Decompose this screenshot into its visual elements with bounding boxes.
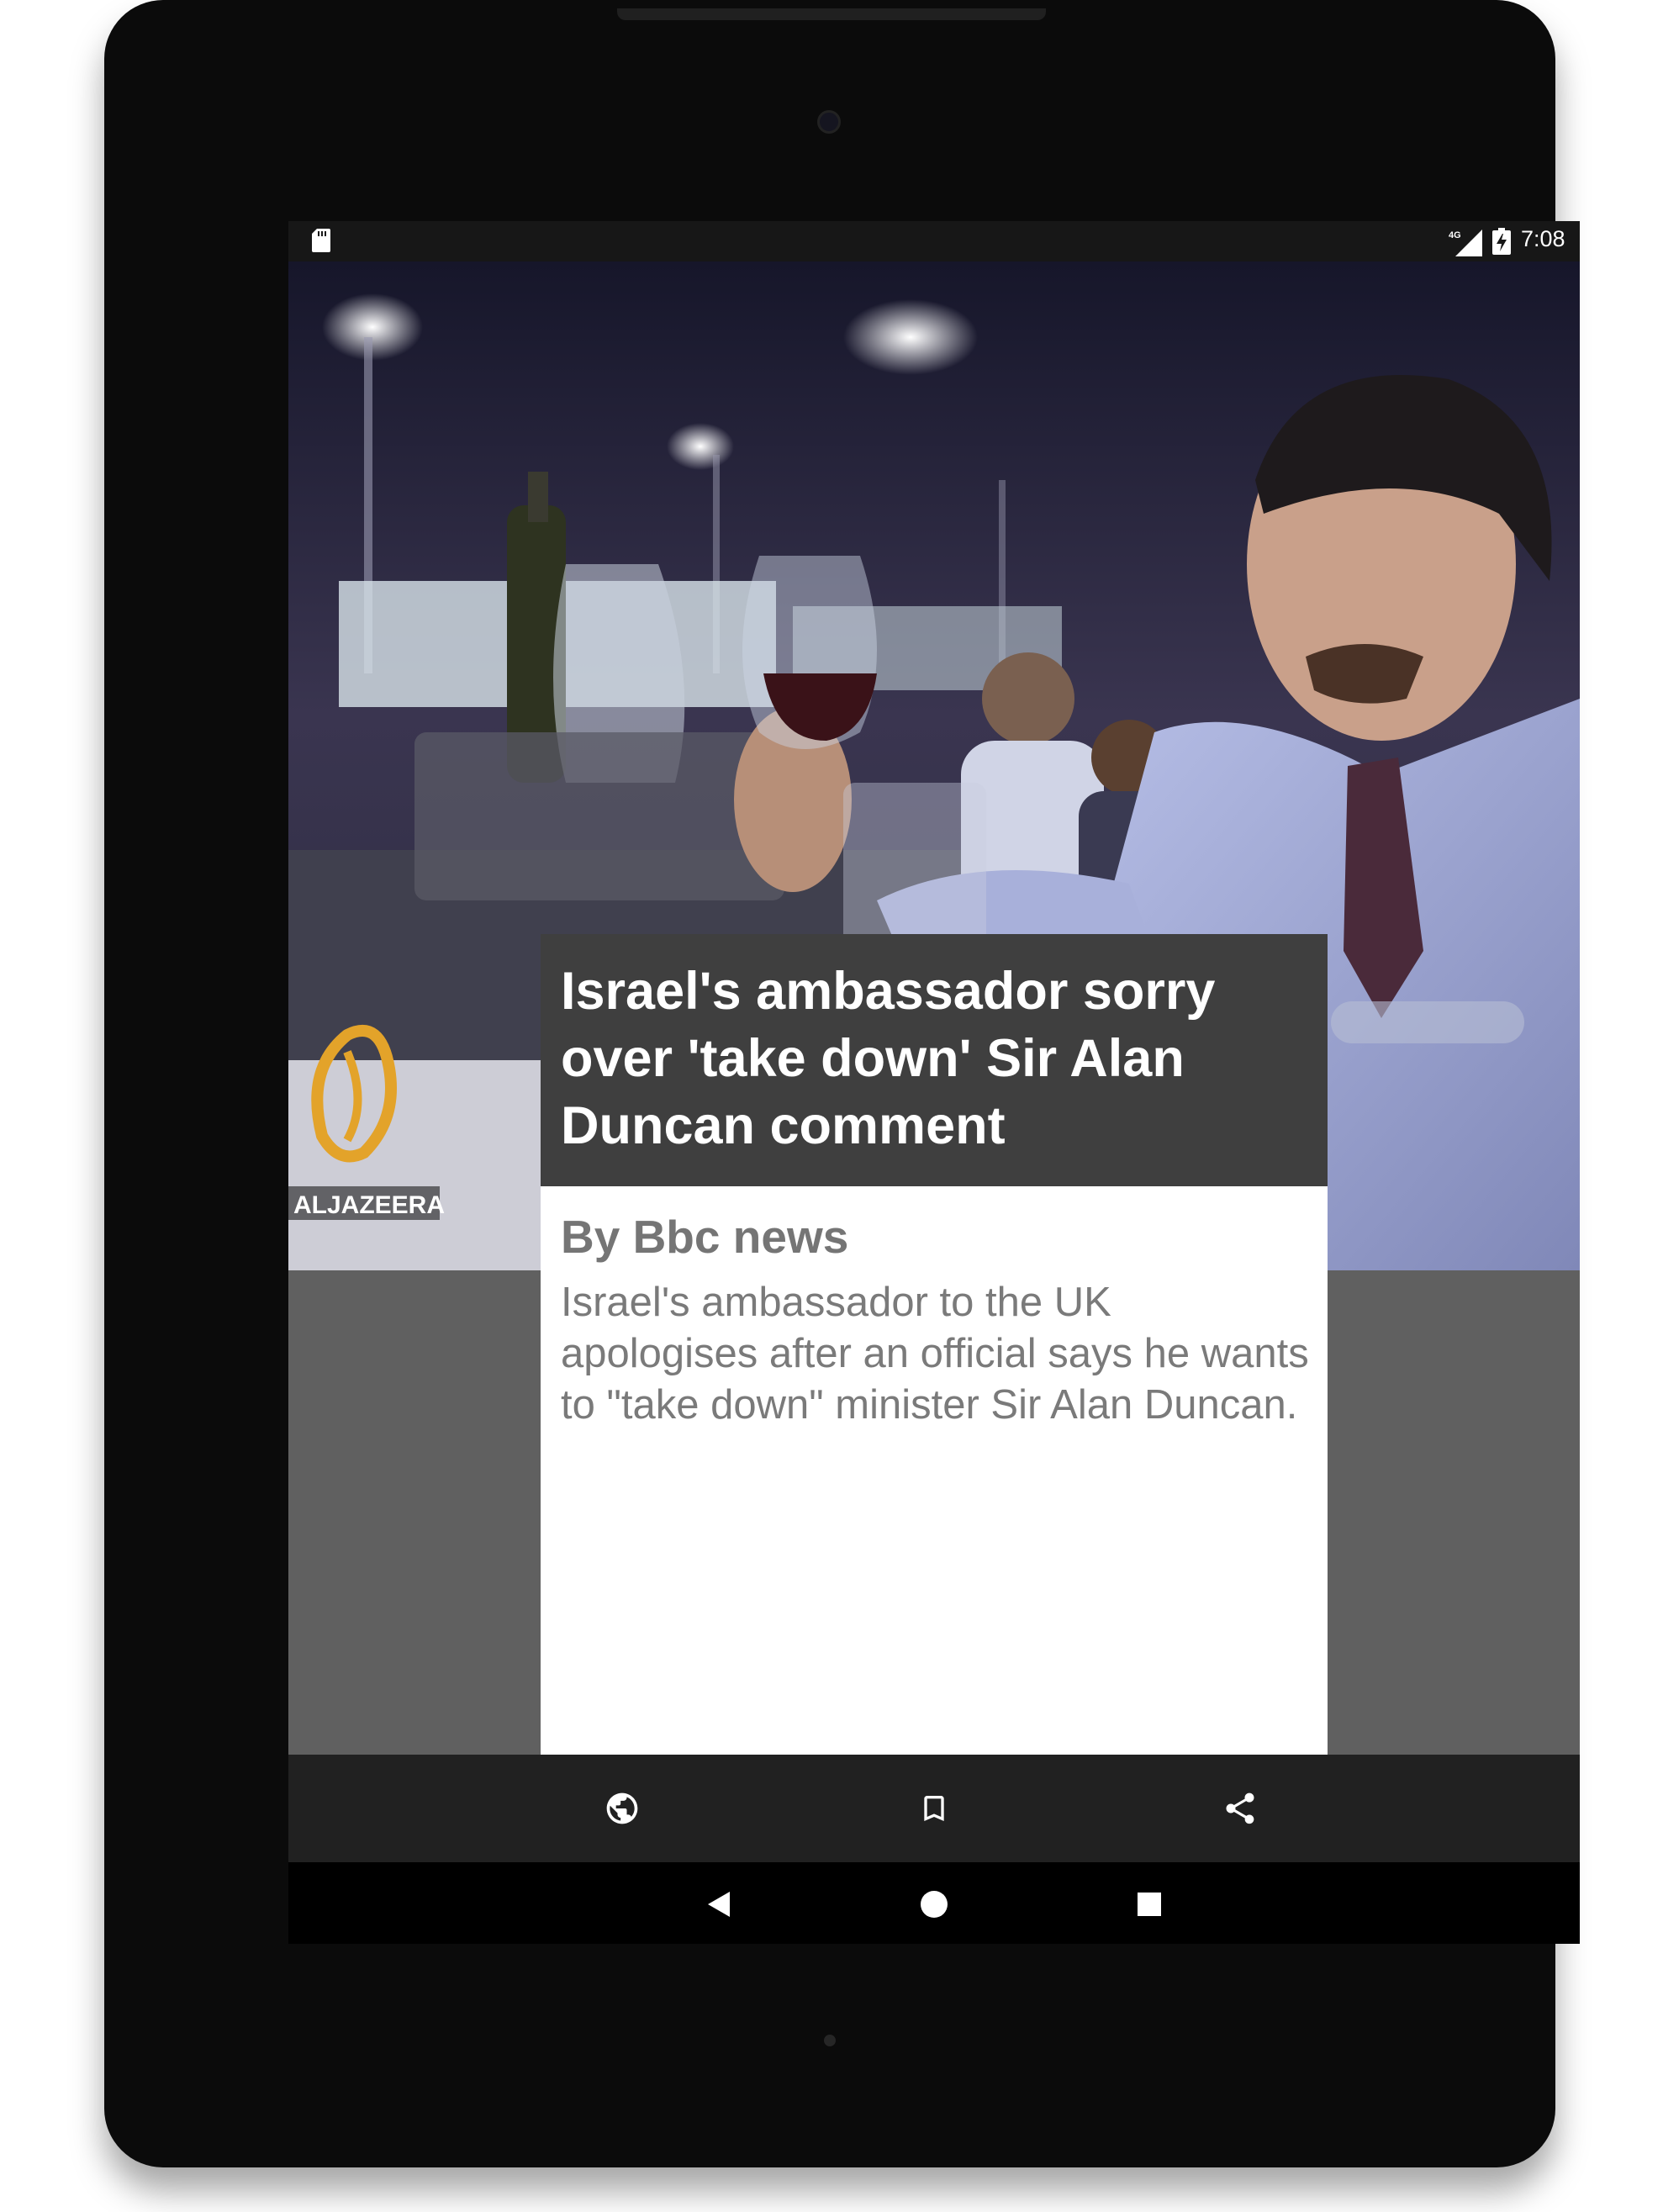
sd-card-icon [312,229,330,252]
tablet-frame: 4G 7:08 ALJAZEERA Israel's ambassador so… [104,0,1580,2167]
bookmark-icon [924,1796,944,1821]
globe-icon [606,1792,638,1824]
article-action-bar [288,1755,1580,1862]
article-title-box[interactable]: Israel's ambassador sorry over 'take dow… [541,934,1328,1186]
nav-recents-button[interactable] [1126,1881,1173,1928]
status-bar: 4G 7:08 [288,221,1580,261]
article-title: Israel's ambassador sorry over 'take dow… [561,962,1216,1155]
front-camera [817,110,841,134]
open-in-browser-button[interactable] [595,1782,649,1835]
share-icon [1226,1792,1254,1824]
nav-home-button[interactable] [911,1881,958,1928]
article-byline: By Bbc news [561,1211,849,1263]
nav-back-button[interactable] [695,1881,742,1928]
share-button[interactable] [1213,1782,1267,1835]
system-navigation-bar [288,1862,1580,1944]
bookmark-button[interactable] [907,1782,961,1835]
recents-icon [1138,1893,1161,1916]
status-clock: 7:08 [1521,226,1565,251]
aljazeera-watermark-text: ALJAZEERA [293,1191,445,1219]
back-icon [708,1892,730,1917]
battery-charging-icon [1492,228,1511,255]
article-card-body[interactable]: By Bbc news Israel's ambassador to the U… [541,1186,1328,1755]
article-summary: Israel's ambassador to the UK apologises… [561,1280,1309,1428]
screen: 4G 7:08 ALJAZEERA Israel's ambassador so… [288,221,1580,1944]
signal-icon: 4G [1449,230,1482,256]
article-view[interactable]: ALJAZEERA Israel's ambassador sorry over… [288,261,1580,1755]
bottom-sensor [824,2035,836,2046]
network-type-label: 4G [1449,230,1461,240]
speaker-slot [617,8,1046,20]
home-icon [921,1891,948,1918]
